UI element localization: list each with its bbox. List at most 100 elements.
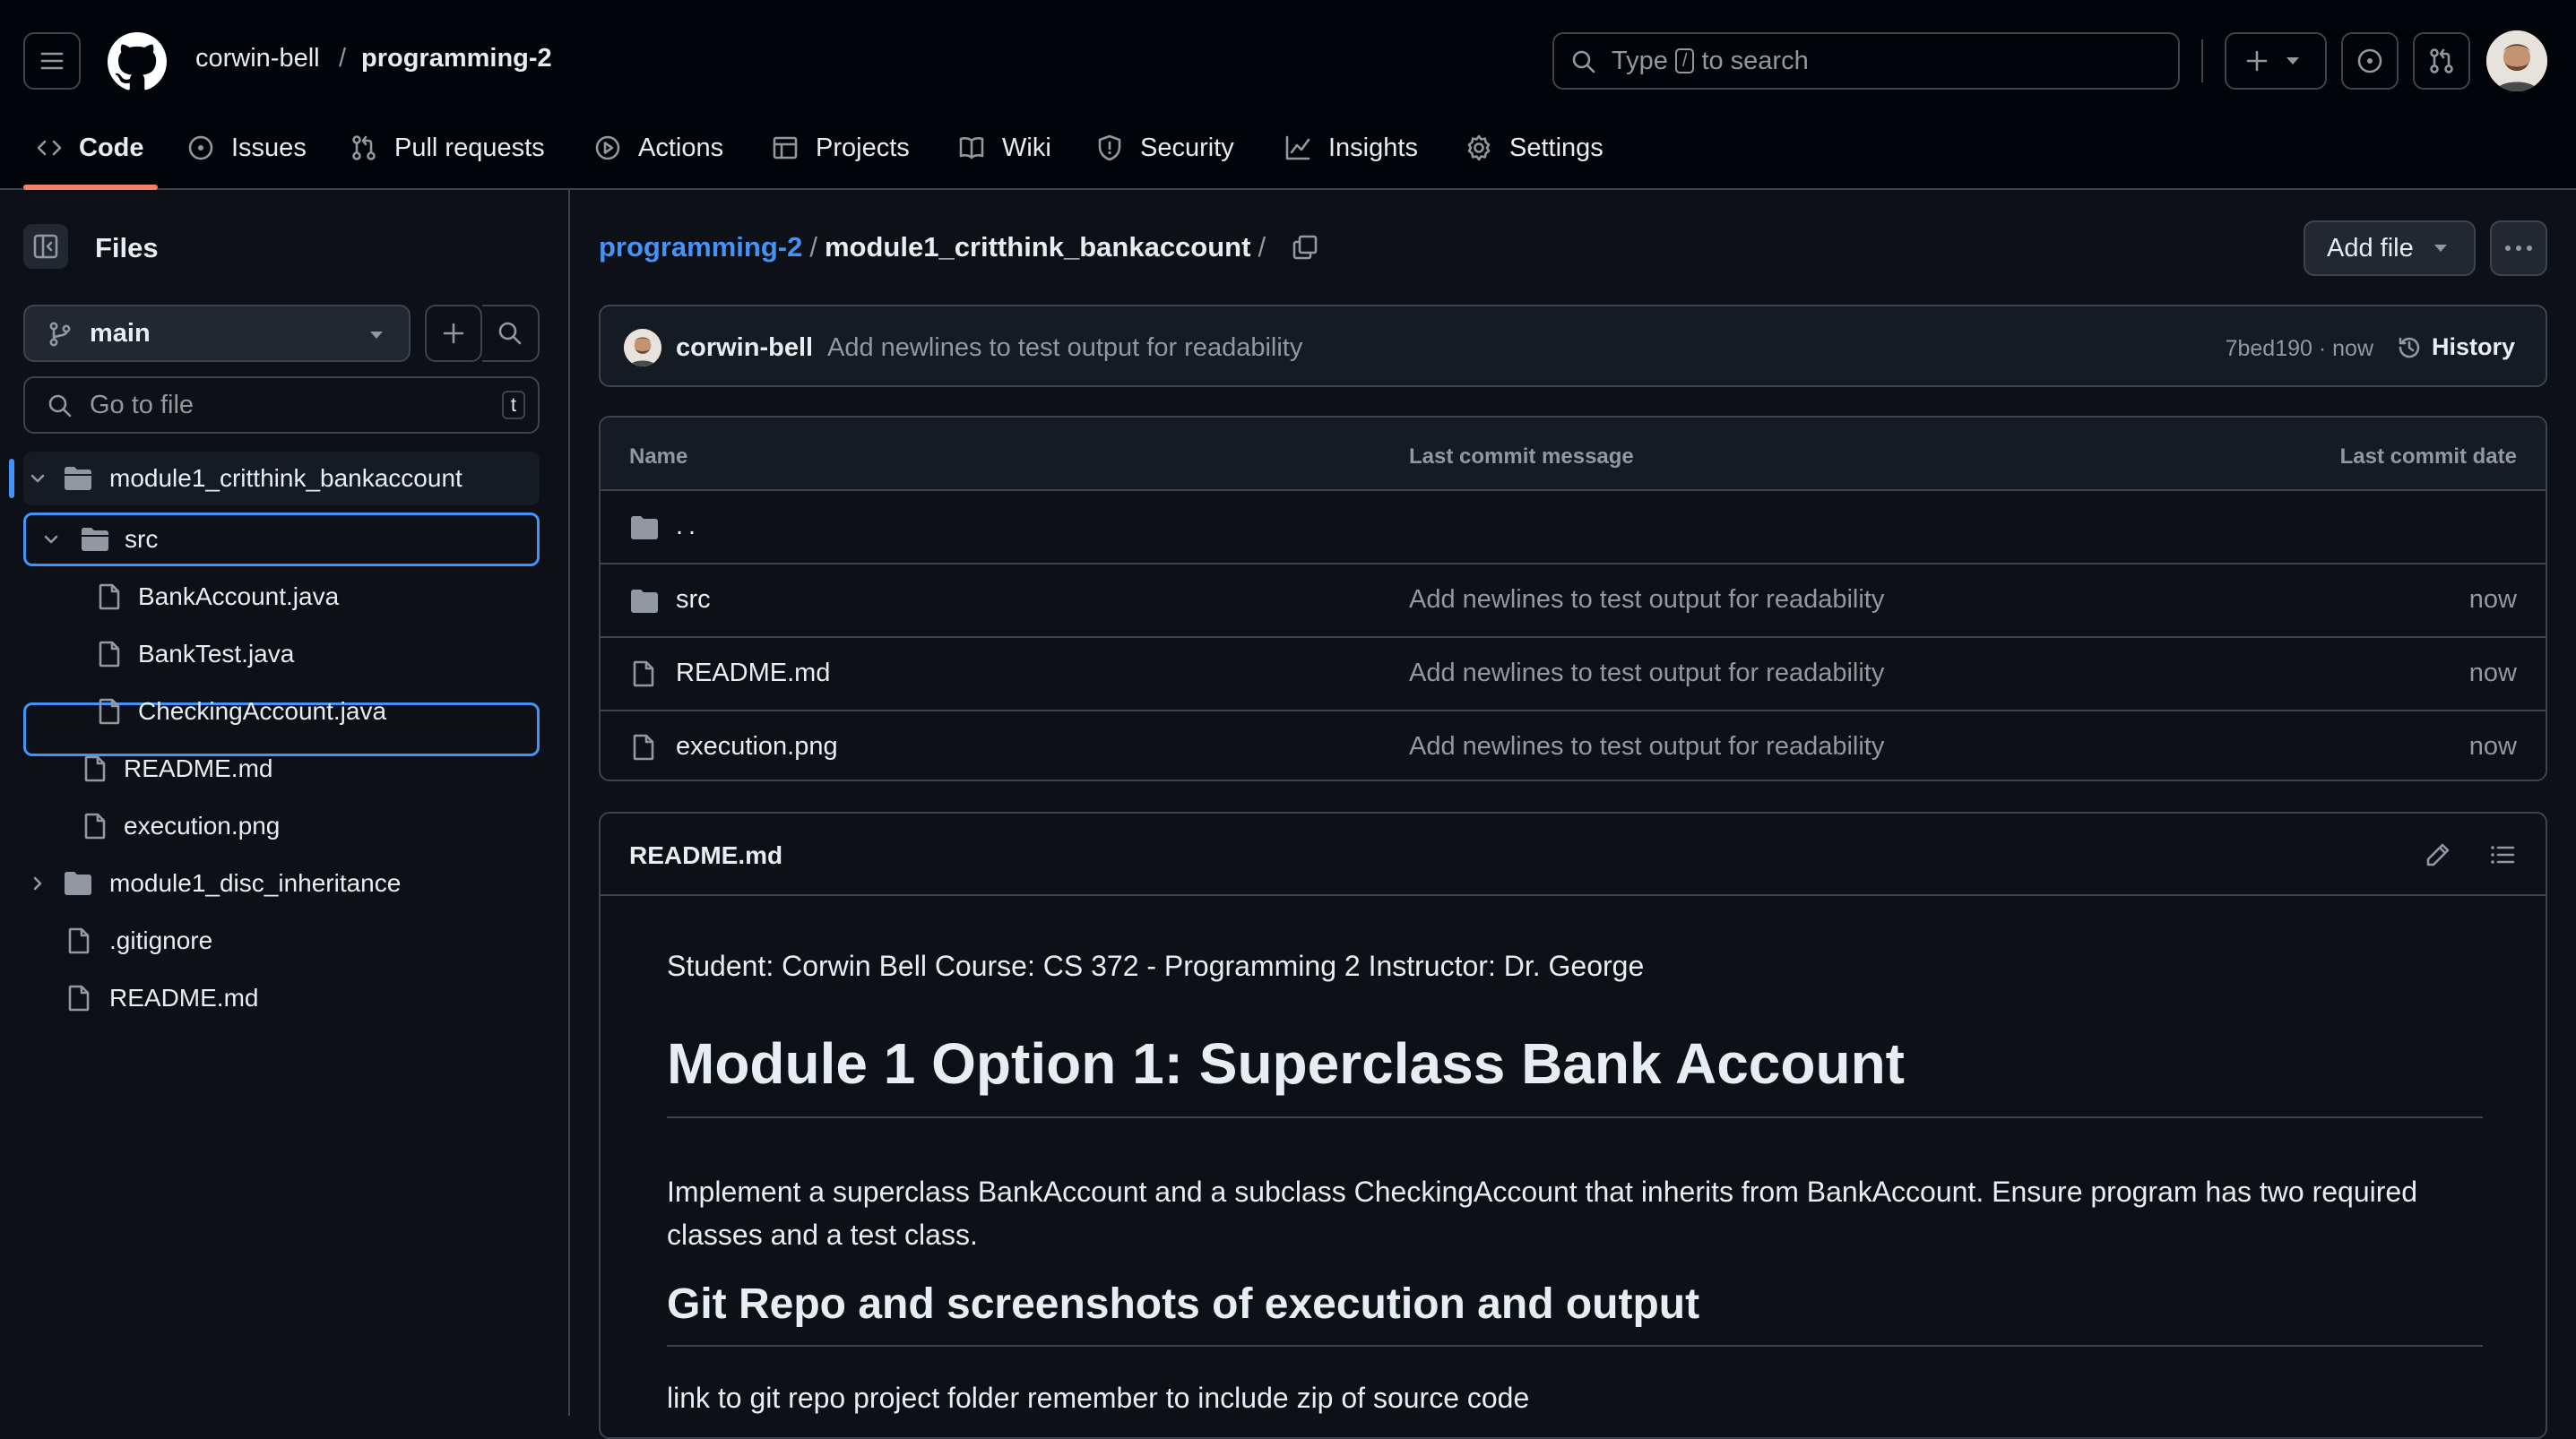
commit-message-link[interactable]: Add newlines to test output for readabil… bbox=[1409, 659, 1884, 688]
tree-item-banktest-java[interactable]: BankTest.java bbox=[23, 627, 540, 681]
parent-dir-link[interactable]: .. bbox=[676, 512, 701, 541]
tree-item-label: README.md bbox=[124, 754, 273, 782]
tab-pull-requests[interactable]: Pull requests bbox=[350, 125, 545, 170]
more-options-button[interactable] bbox=[2490, 220, 2547, 276]
search-input[interactable]: Type / to search bbox=[1552, 32, 2180, 90]
table-row[interactable]: src Add newlines to test output for read… bbox=[601, 564, 2546, 638]
create-new-button[interactable] bbox=[2225, 32, 2327, 90]
owner-repo-separator: / bbox=[339, 44, 347, 73]
file-name-link[interactable]: src bbox=[676, 585, 711, 615]
commit-message-link[interactable]: Add newlines to test output for readabil… bbox=[1409, 732, 1884, 762]
github-mark-icon bbox=[108, 32, 167, 90]
avatar-face-icon bbox=[624, 329, 661, 366]
readme-paragraph: Implement a superclass BankAccount and a… bbox=[667, 1176, 2417, 1251]
tab-wiki[interactable]: Wiki bbox=[957, 125, 1051, 170]
pull-request-icon bbox=[352, 135, 376, 160]
breadcrumb-repo-link[interactable]: programming-2 bbox=[599, 231, 802, 263]
folder-open-icon bbox=[82, 528, 108, 551]
tab-actions[interactable]: Actions bbox=[593, 125, 723, 170]
tab-issues-label: Issues bbox=[231, 133, 307, 162]
copy-icon bbox=[1292, 235, 1318, 260]
copy-path-button[interactable] bbox=[1291, 233, 1319, 262]
file-tree: src BankAccount.java BankTest.java Check… bbox=[0, 190, 570, 996]
tab-issues[interactable]: Issues bbox=[186, 125, 307, 170]
tree-item-readme-md[interactable]: README.md bbox=[23, 742, 540, 796]
column-header-message: Last commit message bbox=[1409, 444, 1634, 469]
file-name-link[interactable]: execution.png bbox=[676, 732, 838, 762]
file-icon bbox=[99, 641, 120, 668]
pencil-icon bbox=[2426, 843, 2450, 866]
caret-down-icon bbox=[2286, 57, 2299, 65]
history-button[interactable]: History bbox=[2396, 333, 2515, 361]
history-label: History bbox=[2431, 333, 2515, 360]
tab-pull-requests-label: Pull requests bbox=[394, 133, 545, 162]
readme-title-link[interactable]: README.md bbox=[629, 841, 782, 870]
tab-insights[interactable]: Insights bbox=[1284, 125, 1418, 170]
tree-item-execution-png[interactable]: execution.png bbox=[23, 799, 540, 853]
tree-item-module1-disc-inheritance[interactable]: module1_disc_inheritance bbox=[23, 857, 540, 910]
issues-button[interactable] bbox=[2341, 32, 2399, 90]
commit-hash-time[interactable]: 7bed190 · now bbox=[2226, 336, 2373, 362]
file-name-link[interactable]: README.md bbox=[676, 659, 830, 688]
table-row[interactable]: README.md Add newlines to test output fo… bbox=[601, 638, 2546, 711]
table-row-parent-dir[interactable]: .. bbox=[601, 491, 2546, 564]
table-row[interactable]: execution.png Add newlines to test outpu… bbox=[601, 711, 2546, 780]
search-icon bbox=[1572, 50, 1595, 73]
add-file-button[interactable]: Add file bbox=[2304, 220, 2476, 276]
tab-code[interactable]: Code bbox=[36, 125, 144, 170]
edit-readme-button[interactable] bbox=[2424, 840, 2452, 869]
breadcrumb: programming-2 / module1_critthink_bankac… bbox=[599, 231, 1319, 263]
table-header: Name Last commit message Last commit dat… bbox=[601, 418, 2546, 491]
tree-item-checkingaccount-java[interactable]: CheckingAccount.java bbox=[23, 685, 540, 738]
folder-icon bbox=[631, 590, 658, 613]
readme-heading-2: Git Repo and screenshots of execution an… bbox=[667, 1280, 2483, 1347]
header-divider bbox=[2201, 39, 2203, 82]
pull-requests-button[interactable] bbox=[2413, 32, 2470, 90]
tree-item-gitignore[interactable]: .gitignore bbox=[23, 914, 540, 968]
tab-wiki-label: Wiki bbox=[1002, 133, 1051, 162]
commit-message-link[interactable]: Add newlines to test output for readabil… bbox=[1409, 585, 1884, 615]
commit-author-avatar[interactable] bbox=[624, 329, 661, 366]
latest-commit-bar: corwin-bell Add newlines to test output … bbox=[599, 305, 2547, 387]
table-icon bbox=[773, 136, 798, 159]
tab-security-label: Security bbox=[1140, 133, 1234, 162]
breadcrumb-separator: / bbox=[1258, 231, 1266, 263]
commit-message-link[interactable]: Add newlines to test output for readabil… bbox=[827, 333, 1302, 363]
tree-item-label: .gitignore bbox=[109, 926, 213, 954]
readme-link-text[interactable]: link to git repo project folder remember… bbox=[667, 1382, 1529, 1415]
list-unordered-icon bbox=[2491, 846, 2515, 864]
search-prefix: Type bbox=[1612, 46, 1668, 75]
readme-meta-text: Student: Corwin Bell Course: CS 372 - Pr… bbox=[667, 950, 1645, 982]
owner-link[interactable]: corwin-bell bbox=[195, 44, 320, 73]
tree-item-src[interactable]: src bbox=[23, 513, 540, 566]
tab-projects-label: Projects bbox=[816, 133, 910, 162]
tree-item-label: src bbox=[125, 525, 159, 553]
outline-button[interactable] bbox=[2488, 840, 2517, 869]
gear-icon bbox=[1467, 134, 1491, 161]
column-header-date: Last commit date bbox=[2339, 444, 2517, 469]
chevron-right-icon bbox=[33, 876, 42, 891]
tab-security[interactable]: Security bbox=[1095, 125, 1234, 170]
commit-date: now bbox=[2468, 659, 2517, 687]
tree-item-bankaccount-java[interactable]: BankAccount.java bbox=[23, 570, 540, 624]
commit-author-link[interactable]: corwin-bell bbox=[676, 333, 813, 363]
tree-item-label: execution.png bbox=[124, 812, 281, 840]
plus-icon bbox=[2246, 50, 2268, 72]
book-icon bbox=[959, 137, 984, 159]
folder-icon bbox=[65, 872, 91, 895]
commit-date: now bbox=[2468, 585, 2517, 614]
user-avatar[interactable] bbox=[2486, 30, 2547, 91]
tab-insights-label: Insights bbox=[1328, 133, 1418, 162]
menu-button[interactable] bbox=[23, 32, 81, 90]
file-icon bbox=[84, 755, 106, 782]
search-shortcut-key: / bbox=[1674, 48, 1695, 73]
repo-link[interactable]: programming-2 bbox=[361, 44, 552, 73]
tab-settings[interactable]: Settings bbox=[1465, 125, 1604, 170]
tree-item-root-readme-md[interactable]: README.md bbox=[23, 971, 540, 1025]
file-icon bbox=[633, 660, 654, 687]
readme-header: README.md bbox=[601, 814, 2546, 896]
github-logo[interactable] bbox=[108, 32, 167, 91]
issue-icon bbox=[188, 135, 213, 160]
global-header: corwin-bell / programming-2 Type / to se… bbox=[0, 0, 2576, 190]
tab-projects[interactable]: Projects bbox=[771, 125, 910, 170]
